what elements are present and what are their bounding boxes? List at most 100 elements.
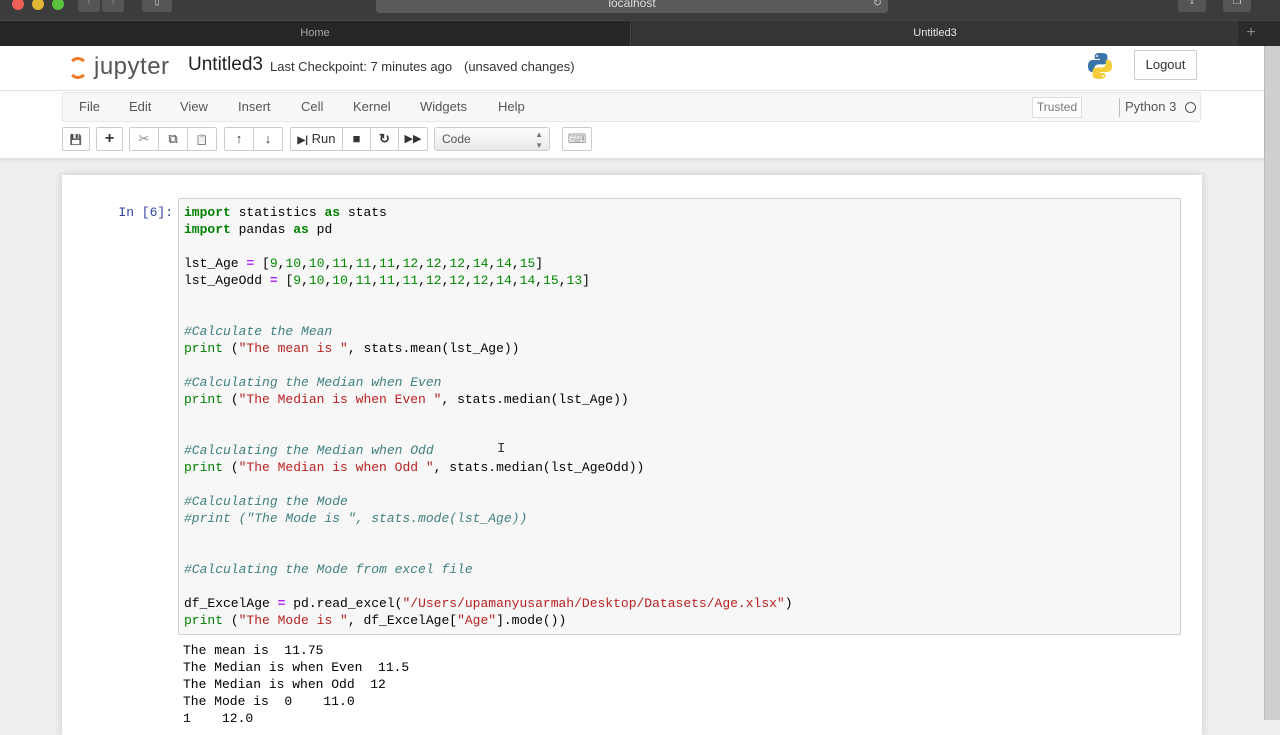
checkpoint-status: Last Checkpoint: 7 minutes ago [270,59,453,74]
window-edge [1264,46,1280,720]
notebook-title[interactable]: Untitled3 [188,54,263,76]
code-line: #Calculating the Mode from excel file [184,562,473,577]
tabs-icon: ❐ [1232,0,1242,7]
restart-run-all-button[interactable]: ▶▶ [398,127,428,151]
url-text: localhost [608,0,656,10]
maximize-window-button[interactable] [52,0,64,10]
code-line: import statistics as stats [184,205,387,220]
menu-edit[interactable]: Edit [129,99,151,114]
browser-tab-home[interactable]: Home [0,21,631,46]
arrow-up-icon: ↑ [235,131,243,146]
fast-forward-icon: ▶▶ [404,133,422,145]
code-content[interactable]: import statistics as stats import pandas … [184,204,793,629]
show-tabs-button[interactable]: ❐ [1223,0,1251,12]
code-line: #Calculate the Mean [184,324,333,339]
cell-type-select[interactable]: Code ▲ ▼ [434,127,550,151]
code-line: lst_AgeOdd = [9,10,10,11,11,11,12,12,12,… [184,273,590,288]
jupyter-logo[interactable]: jupyter [66,53,176,83]
input-prompt: In [6]: [118,205,173,220]
keyboard-icon: ⌨ [567,131,587,146]
autosave-status: (unsaved changes) [464,59,575,74]
cell-output: The mean is 11.75 The Median is when Even… [183,642,409,727]
reload-icon[interactable]: ↻ [873,0,882,12]
menubar-container: File Edit View Insert Cell Kernel Widget… [0,90,1264,158]
notebook-header: jupyter Untitled3 Last Checkpoint: 7 min… [0,46,1264,90]
step-forward-icon: ▶| [297,135,309,146]
python-logo-icon [1088,53,1112,79]
menu-insert[interactable]: Insert [238,99,271,114]
save-button[interactable]: 💾 [62,127,90,151]
stop-icon: ■ [352,131,361,146]
restart-icon: ↻ [379,131,390,146]
cell-type-value: Code [442,132,471,146]
code-line: #Calculating the Mode [184,494,348,509]
minimize-window-button[interactable] [32,0,44,10]
copy-button[interactable]: ⧉ [158,127,188,151]
menubar: File Edit View Insert Cell Kernel Widget… [62,92,1201,122]
output-line: 1 12.0 [183,711,254,726]
scissors-icon: ✂ [138,131,150,146]
interrupt-kernel-button[interactable]: ■ [342,127,371,151]
chevron-left-icon: ‹ [87,0,91,8]
move-down-button[interactable]: ↓ [253,127,283,151]
arrow-down-icon: ↓ [264,131,272,146]
select-arrows-icon: ▲ ▼ [535,130,543,150]
menu-help[interactable]: Help [498,99,525,114]
browser-tabbar: Home Untitled3 + [0,20,1280,46]
menu-view[interactable]: View [180,99,208,114]
back-button[interactable]: ‹ [78,0,100,12]
menu-file[interactable]: File [79,99,100,114]
insert-cell-button[interactable]: + [96,127,123,151]
paste-icon: 📋 [195,135,209,146]
copy-icon: ⧉ [168,131,178,146]
code-line: #Calculating the Median when Even [184,375,442,390]
forward-button[interactable]: › [102,0,124,12]
browser-tab-untitled3[interactable]: Untitled3 [632,21,1238,46]
save-icon: 💾 [69,135,83,146]
code-line: print ("The Median is when Even ", stats… [184,392,629,407]
cut-button[interactable]: ✂ [129,127,159,151]
logout-button[interactable]: Logout [1134,50,1197,80]
browser-titlebar: ‹ › ▯ localhost ↻ ⇪ ❐ [0,0,1280,20]
trusted-indicator[interactable]: Trusted [1032,97,1082,118]
paste-button[interactable]: 📋 [187,127,217,151]
close-window-button[interactable] [12,0,24,10]
code-line: import pandas as pd [184,222,333,237]
sidebar-icon: ▯ [154,0,160,7]
jupyter-logo-text: jupyter [94,53,170,80]
menu-cell[interactable]: Cell [301,99,323,114]
code-line: print ("The mean is ", stats.mean(lst_Ag… [184,341,520,356]
kernel-separator [1119,98,1120,117]
kernel-idle-icon [1185,102,1196,113]
output-line: The Median is when Odd 12 [183,677,386,692]
run-button[interactable]: ▶| Run [290,127,343,151]
code-line: #Calculating the Median when Odd [184,443,434,458]
restart-kernel-button[interactable]: ↻ [370,127,399,151]
address-bar[interactable]: localhost ↻ [376,0,888,13]
code-line: print ("The Mode is ", df_ExcelAge["Age"… [184,613,567,628]
code-line: lst_Age = [9,10,10,11,11,11,12,12,12,14,… [184,256,544,271]
chevron-right-icon: › [111,0,115,8]
output-line: The mean is 11.75 [183,643,324,658]
plus-icon: + [104,130,115,147]
menu-kernel[interactable]: Kernel [353,99,391,114]
code-line: df_ExcelAge = pd.read_excel("/Users/upam… [184,596,793,611]
new-tab-button[interactable]: + [1240,21,1262,46]
share-button[interactable]: ⇪ [1178,0,1206,12]
command-palette-button[interactable]: ⌨ [562,127,592,151]
output-line: The Mode is 0 11.0 [183,694,355,709]
text-cursor-icon: I [497,441,506,457]
run-label: Run [311,131,336,146]
move-up-button[interactable]: ↑ [224,127,254,151]
menu-widgets[interactable]: Widgets [420,99,467,114]
sidebar-toggle-button[interactable]: ▯ [142,0,172,12]
